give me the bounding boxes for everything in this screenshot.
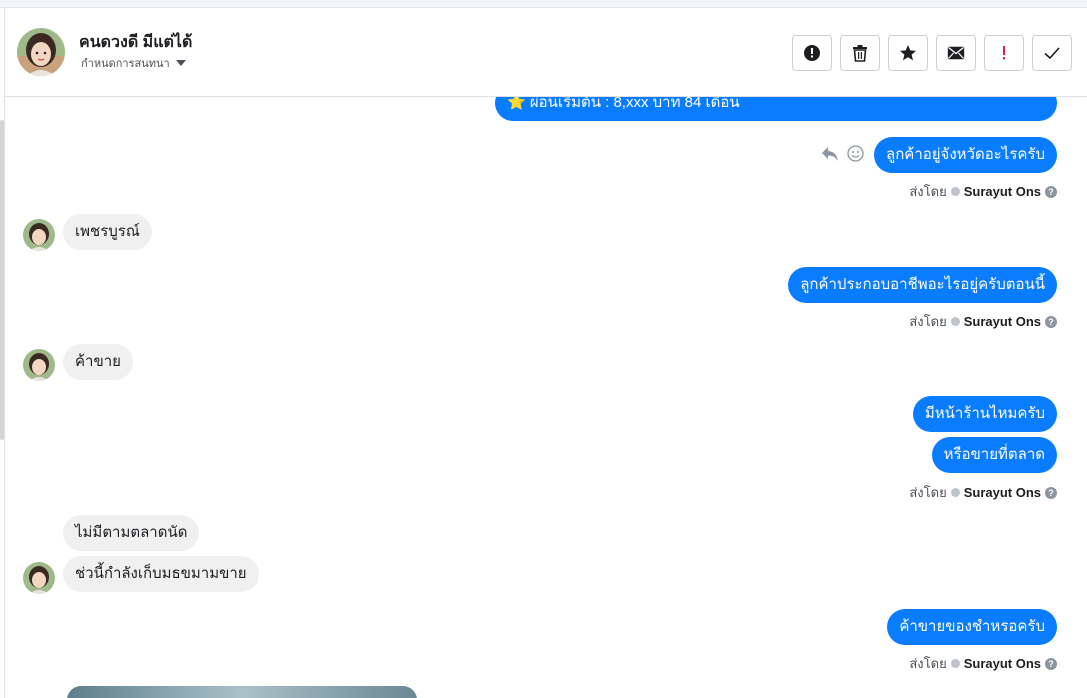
agent-badge-icon xyxy=(950,317,960,326)
exclamation-mark-icon xyxy=(1003,46,1005,60)
assign-label: กำหนดการสนทนา xyxy=(81,58,170,70)
message-text: ค้าขายของชำหรอครับ xyxy=(899,618,1045,635)
sent-by-prefix: ส่งโดย xyxy=(909,184,947,199)
help-icon[interactable]: ? xyxy=(1045,657,1057,670)
caret-down-icon xyxy=(175,60,186,66)
mark-unread-button[interactable] xyxy=(936,35,976,71)
message-text: ⭐ ผ่อนเริ่มต้น : 8,xxx บาท 84 เดือน xyxy=(507,97,740,111)
message-actions xyxy=(821,145,864,162)
message-text: มีหน้าร้านไหมครับ xyxy=(924,405,1045,422)
contact-avatar-small[interactable] xyxy=(23,562,55,594)
image-attachment[interactable] xyxy=(67,686,417,698)
message-bubble-incoming[interactable]: เพชรบูรณ์ xyxy=(63,214,152,250)
sent-by-prefix: ส่งโดย xyxy=(909,485,947,500)
message-bubble-incoming[interactable]: ไม่มีตามตลาดนัด xyxy=(63,515,200,551)
mark-done-button[interactable] xyxy=(1032,35,1072,71)
assign-conversation-dropdown[interactable]: กำหนดการสนทนา xyxy=(81,54,186,72)
delete-button[interactable] xyxy=(840,35,880,71)
reply-icon[interactable] xyxy=(821,146,839,162)
agent-badge-icon xyxy=(950,187,960,196)
sender-name[interactable]: Surayut Ons xyxy=(964,184,1041,199)
message-text: ลูกค้าประกอบอาชีพอะไรอยู่ครับตอนนี้ xyxy=(800,276,1045,293)
contact-avatar-small[interactable] xyxy=(23,219,55,251)
conversation-header: คนดวงดี มีแต่ได้ กำหนดการสนทนา xyxy=(5,8,1087,97)
contact-name[interactable]: คนดวงดี มีแต่ได้ xyxy=(79,30,192,55)
message-bubble-outgoing[interactable]: หรือขายที่ตลาด xyxy=(931,437,1057,473)
left-scrollbar[interactable] xyxy=(0,120,4,440)
help-icon[interactable]: ? xyxy=(1045,486,1057,499)
flag-important-button[interactable] xyxy=(984,35,1024,71)
message-text: ลูกค้าอยู่จังหวัดอะไรครับ xyxy=(886,146,1045,163)
help-icon[interactable]: ? xyxy=(1045,315,1057,328)
sent-by-line: ส่งโดย Surayut Ons ? xyxy=(909,181,1057,202)
message-text: ไม่มีตามตลาดนัด xyxy=(75,524,188,541)
message-text: ค้าขาย xyxy=(75,353,121,370)
sent-by-prefix: ส่งโดย xyxy=(909,314,947,329)
message-bubble-outgoing[interactable]: ⭐ ผ่อนเริ่มต้น : 8,xxx บาท 84 เดือน xyxy=(495,97,1057,121)
sender-name[interactable]: Surayut Ons xyxy=(964,314,1041,329)
sender-name[interactable]: Surayut Ons xyxy=(964,656,1041,671)
message-bubble-incoming[interactable]: ช่วนี้กำลังเก็บมธขมามขาย xyxy=(63,556,259,592)
conversation-toolbar xyxy=(792,35,1072,71)
message-text: เพชรบูรณ์ xyxy=(75,223,140,240)
star-button[interactable] xyxy=(888,35,928,71)
sent-by-prefix: ส่งโดย xyxy=(909,656,947,671)
message-bubble-outgoing[interactable]: ลูกค้าอยู่จังหวัดอะไรครับ xyxy=(874,137,1057,173)
message-bubble-outgoing[interactable]: ลูกค้าประกอบอาชีพอะไรอยู่ครับตอนนี้ xyxy=(788,267,1057,303)
contact-avatar-small[interactable] xyxy=(23,349,55,381)
message-bubble-outgoing[interactable]: ค้าขายของชำหรอครับ xyxy=(887,609,1057,645)
window-top-strip xyxy=(0,0,1087,8)
message-text: ช่วนี้กำลังเก็บมธขมามขาย xyxy=(75,565,247,582)
agent-badge-icon xyxy=(950,659,960,668)
sender-name[interactable]: Surayut Ons xyxy=(964,485,1041,500)
message-text: หรือขายที่ตลาด xyxy=(943,446,1045,463)
message-thread[interactable]: ⭐ ผ่อนเริ่มต้น : 8,xxx บาท 84 เดือน ลูกค… xyxy=(5,97,1087,698)
envelope-icon xyxy=(947,46,965,60)
exclamation-circle-icon xyxy=(804,45,820,61)
message-bubble-outgoing[interactable]: มีหน้าร้านไหมครับ xyxy=(912,396,1057,432)
report-spam-button[interactable] xyxy=(792,35,832,71)
sent-by-line: ส่งโดย Surayut Ons ? xyxy=(909,482,1057,503)
sent-by-line: ส่งโดย Surayut Ons ? xyxy=(909,653,1057,674)
message-bubble-incoming[interactable]: ค้าขาย xyxy=(63,344,133,380)
star-icon xyxy=(900,45,916,61)
help-icon[interactable]: ? xyxy=(1045,185,1057,198)
agent-badge-icon xyxy=(950,488,960,497)
contact-avatar[interactable] xyxy=(17,28,65,76)
trash-icon xyxy=(853,45,867,62)
smiley-icon[interactable] xyxy=(847,145,864,162)
sent-by-line: ส่งโดย Surayut Ons ? xyxy=(909,311,1057,332)
checkmark-icon xyxy=(1044,47,1060,60)
